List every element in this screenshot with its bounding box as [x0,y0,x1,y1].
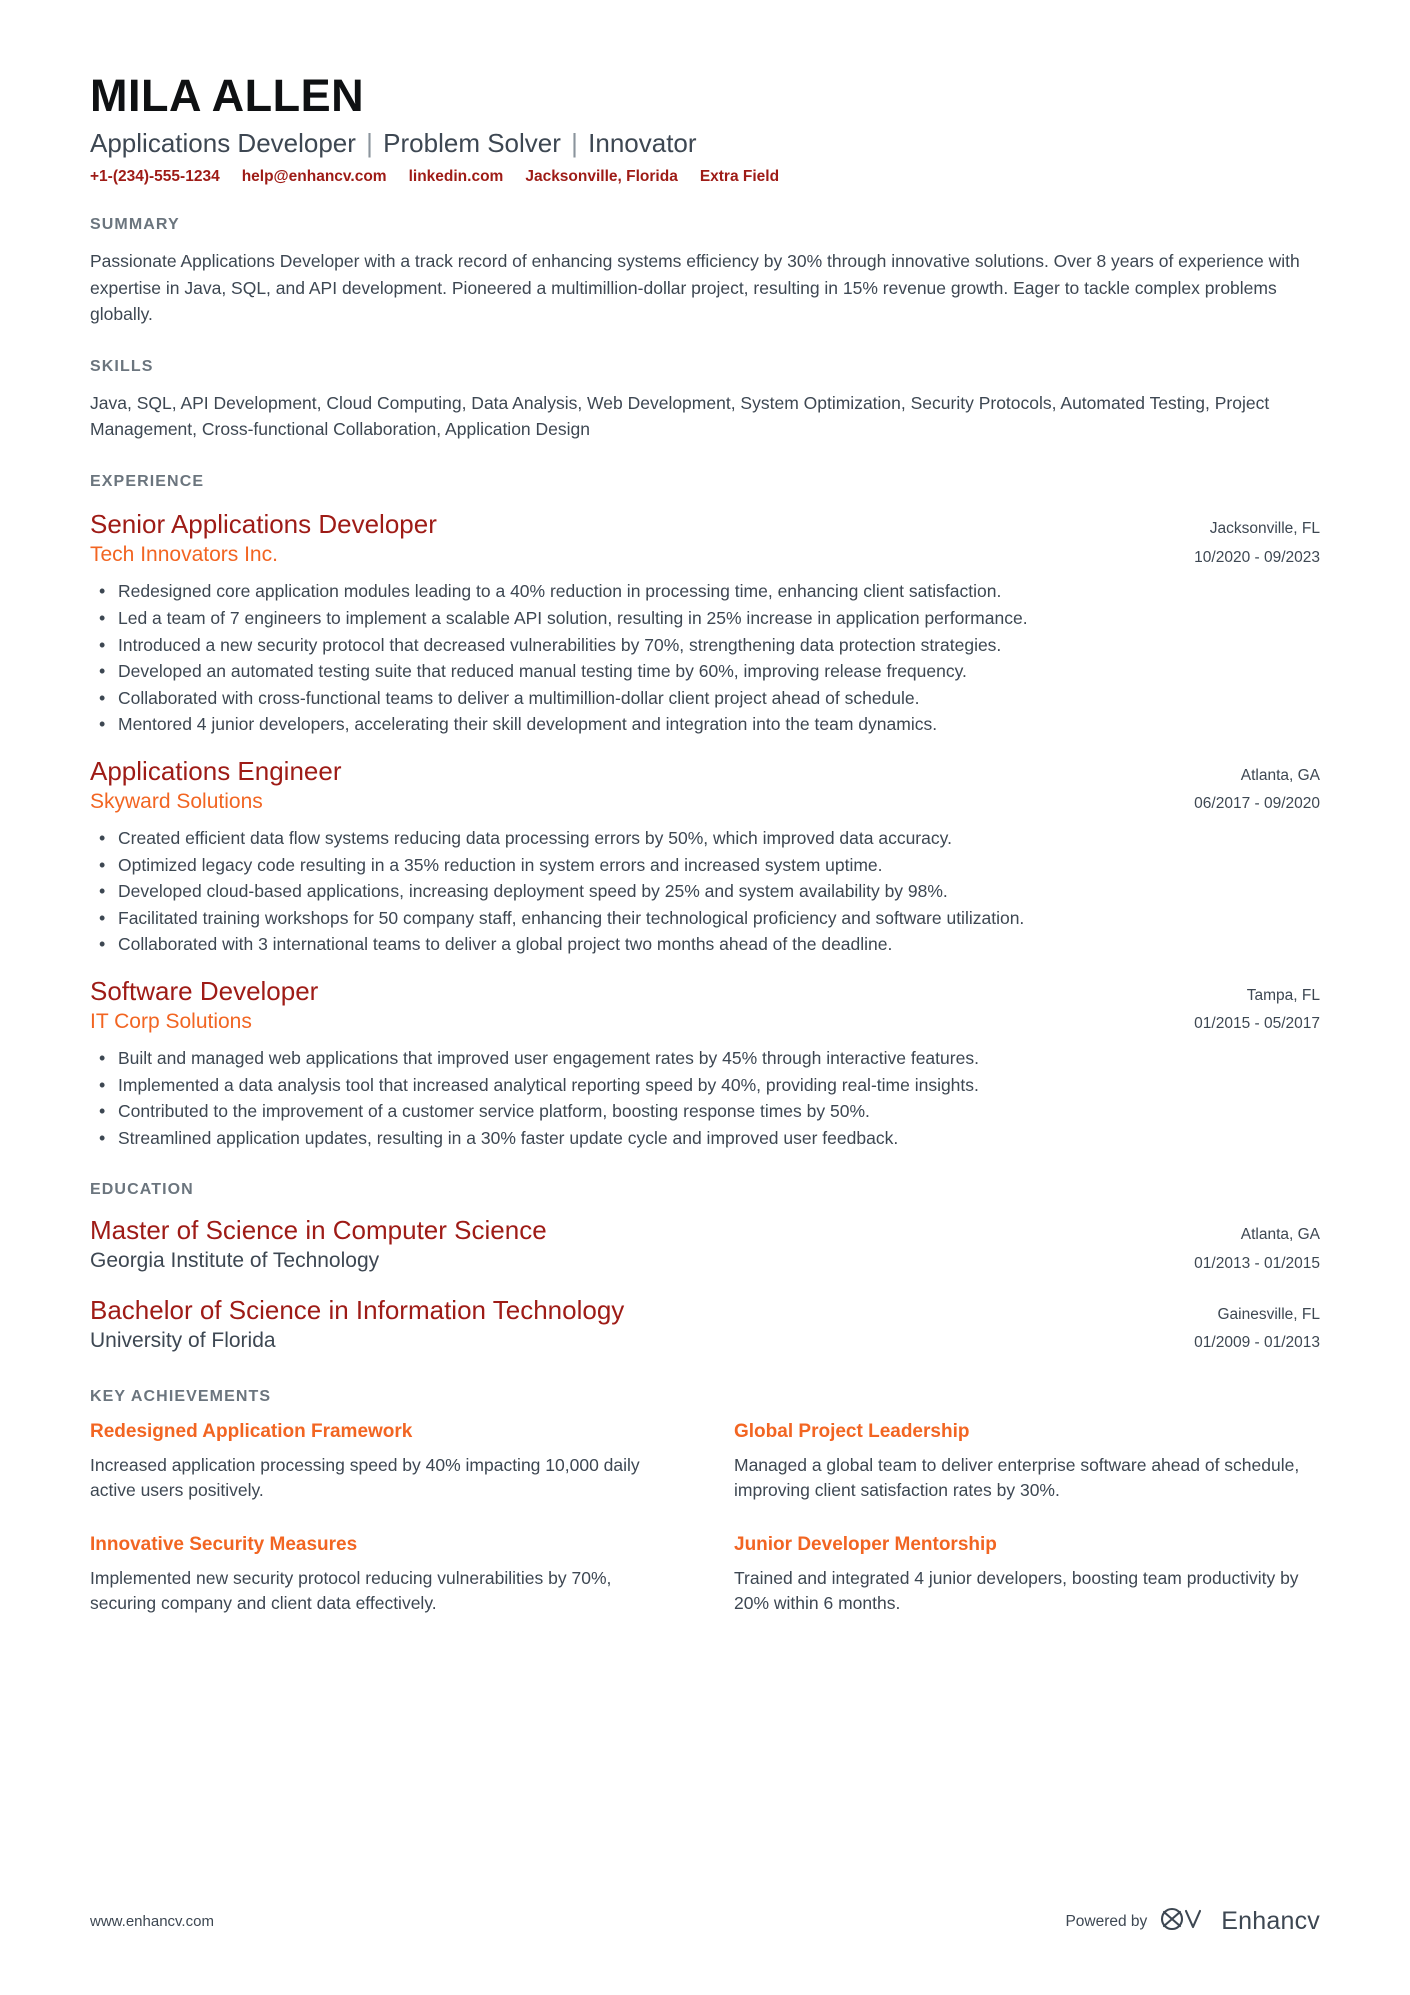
school-name: University of Florida [90,1328,276,1352]
education-entry: Bachelor of Science in Information Techn… [90,1295,1320,1358]
company-name: IT Corp Solutions [90,1009,252,1033]
headline-separator-icon: | [366,127,373,158]
achievement-description: Implemented new security protocol reduci… [90,1568,612,1614]
job-location: Atlanta, GA [1240,766,1320,784]
job-bullet-list: Built and managed web applications that … [90,1045,1320,1152]
job-title: Senior Applications Developer [90,509,437,540]
achievement-description: Managed a global team to deliver enterpr… [734,1454,1300,1501]
headline-part-1: Applications Developer [90,127,356,158]
list-item: Contributed to the improvement of a cust… [99,1098,1320,1125]
list-item: Introduced a new security protocol that … [99,632,1320,659]
school-dates: 01/2013 - 01/2015 [1194,1254,1320,1272]
section-title-skills: SKILLS [90,357,154,375]
section-key-achievements: KEY ACHIEVEMENTS Redesigned Application … [90,1388,1320,1617]
school-location: Atlanta, GA [1240,1226,1320,1244]
summary-text: Passionate Applications Developer with a… [90,251,1300,325]
page-title: MILA ALLEN [90,70,365,121]
degree-title: Bachelor of Science in Information Techn… [90,1294,625,1325]
section-summary: SUMMARY Passionate Applications Develope… [90,216,1320,328]
achievement-title: Redesigned Application Framework [90,1420,413,1442]
contact-row: +1-(234)-555-1234 help@enhancv.com linke… [90,168,1320,186]
section-experience: EXPERIENCE Senior Applications Developer… [90,473,1320,1151]
job-dates: 01/2015 - 05/2017 [1194,1015,1320,1033]
contact-phone[interactable]: +1-(234)-555-1234 [90,168,220,186]
headline-separator-icon: | [571,127,578,158]
contact-linkedin[interactable]: linkedin.com [409,168,504,186]
list-item: Collaborated with cross-functional teams… [99,685,1320,712]
contact-location: Jacksonville, Florida [525,168,678,186]
page-footer: www.enhancv.com Powered by Enhancv [90,1906,1320,1937]
section-title-key-achievements: KEY ACHIEVEMENTS [90,1387,272,1405]
achievement-item: Global Project Leadership Managed a glob… [734,1420,1320,1503]
job-location: Tampa, FL [1246,986,1320,1004]
degree-title: Master of Science in Computer Science [90,1215,547,1246]
list-item: Collaborated with 3 international teams … [99,931,1320,958]
footer-branding: Powered by Enhancv [1065,1906,1320,1937]
experience-entry: Applications Engineer Skyward Solutions … [90,756,1320,958]
contact-email[interactable]: help@enhancv.com [242,168,387,186]
footer-website-url[interactable]: www.enhancv.com [90,1913,214,1930]
resume-header: MILA ALLEN Applications Developer | Prob… [90,0,1320,186]
brand-name: Enhancv [1221,1907,1320,1935]
list-item: Developed cloud-based applications, incr… [99,878,1320,905]
list-item: Developed an automated testing suite tha… [99,658,1320,685]
section-skills: SKILLS Java, SQL, API Development, Cloud… [90,358,1320,443]
list-item: Optimized legacy code resulting in a 35%… [99,852,1320,879]
list-item: Mentored 4 junior developers, accelerati… [99,711,1320,738]
job-bullet-list: Redesigned core application modules lead… [90,578,1320,738]
achievement-item: Innovative Security Measures Implemented… [90,1533,676,1616]
company-name: Tech Innovators Inc. [90,543,278,567]
section-title-education: EDUCATION [90,1181,194,1199]
school-name: Georgia Institute of Technology [90,1249,380,1273]
headline: Applications Developer | Problem Solver … [90,127,1320,160]
achievement-item: Junior Developer Mentorship Trained and … [734,1533,1320,1616]
headline-part-2: Problem Solver [383,127,561,158]
job-dates: 10/2020 - 09/2023 [1194,548,1320,566]
contact-extra-field[interactable]: Extra Field [700,168,779,186]
experience-entry: Senior Applications Developer Tech Innov… [90,509,1320,738]
education-entry: Master of Science in Computer Science Ge… [90,1215,1320,1278]
list-item: Built and managed web applications that … [99,1045,1320,1072]
achievement-grid: Redesigned Application Framework Increas… [90,1420,1320,1617]
skills-text: Java, SQL, API Development, Cloud Comput… [90,392,1270,440]
experience-entry: Software Developer IT Corp Solutions Tam… [90,976,1320,1152]
headline-part-3: Innovator [588,127,697,158]
section-title-summary: SUMMARY [90,216,180,234]
achievement-title: Global Project Leadership [734,1420,970,1442]
list-item: Streamlined application updates, resulti… [99,1125,1320,1152]
achievement-description: Trained and integrated 4 junior develope… [734,1568,1299,1614]
achievement-description: Increased application processing speed b… [90,1454,640,1501]
company-name: Skyward Solutions [90,789,263,813]
powered-by-label: Powered by [1065,1912,1148,1930]
job-title: Software Developer [90,975,319,1006]
list-item: Led a team of 7 engineers to implement a… [99,605,1320,632]
list-item: Facilitated training workshops for 50 co… [99,905,1320,932]
section-education: EDUCATION Master of Science in Computer … [90,1181,1320,1358]
achievement-item: Redesigned Application Framework Increas… [90,1420,676,1503]
resume-page: MILA ALLEN Applications Developer | Prob… [0,0,1410,1995]
job-title: Applications Engineer [90,755,342,786]
achievement-title: Junior Developer Mentorship [734,1534,997,1556]
list-item: Created efficient data flow systems redu… [99,825,1320,852]
list-item: Implemented a data analysis tool that in… [99,1072,1320,1099]
job-dates: 06/2017 - 09/2020 [1194,795,1320,813]
school-dates: 01/2009 - 01/2013 [1194,1334,1320,1352]
school-location: Gainesville, FL [1217,1305,1320,1323]
job-bullet-list: Created efficient data flow systems redu… [90,825,1320,958]
list-item: Redesigned core application modules lead… [99,578,1320,605]
achievement-title: Innovative Security Measures [90,1534,358,1556]
section-title-experience: EXPERIENCE [90,473,205,491]
job-location: Jacksonville, FL [1209,520,1320,538]
enhancv-infinity-logo-icon [1160,1906,1208,1937]
